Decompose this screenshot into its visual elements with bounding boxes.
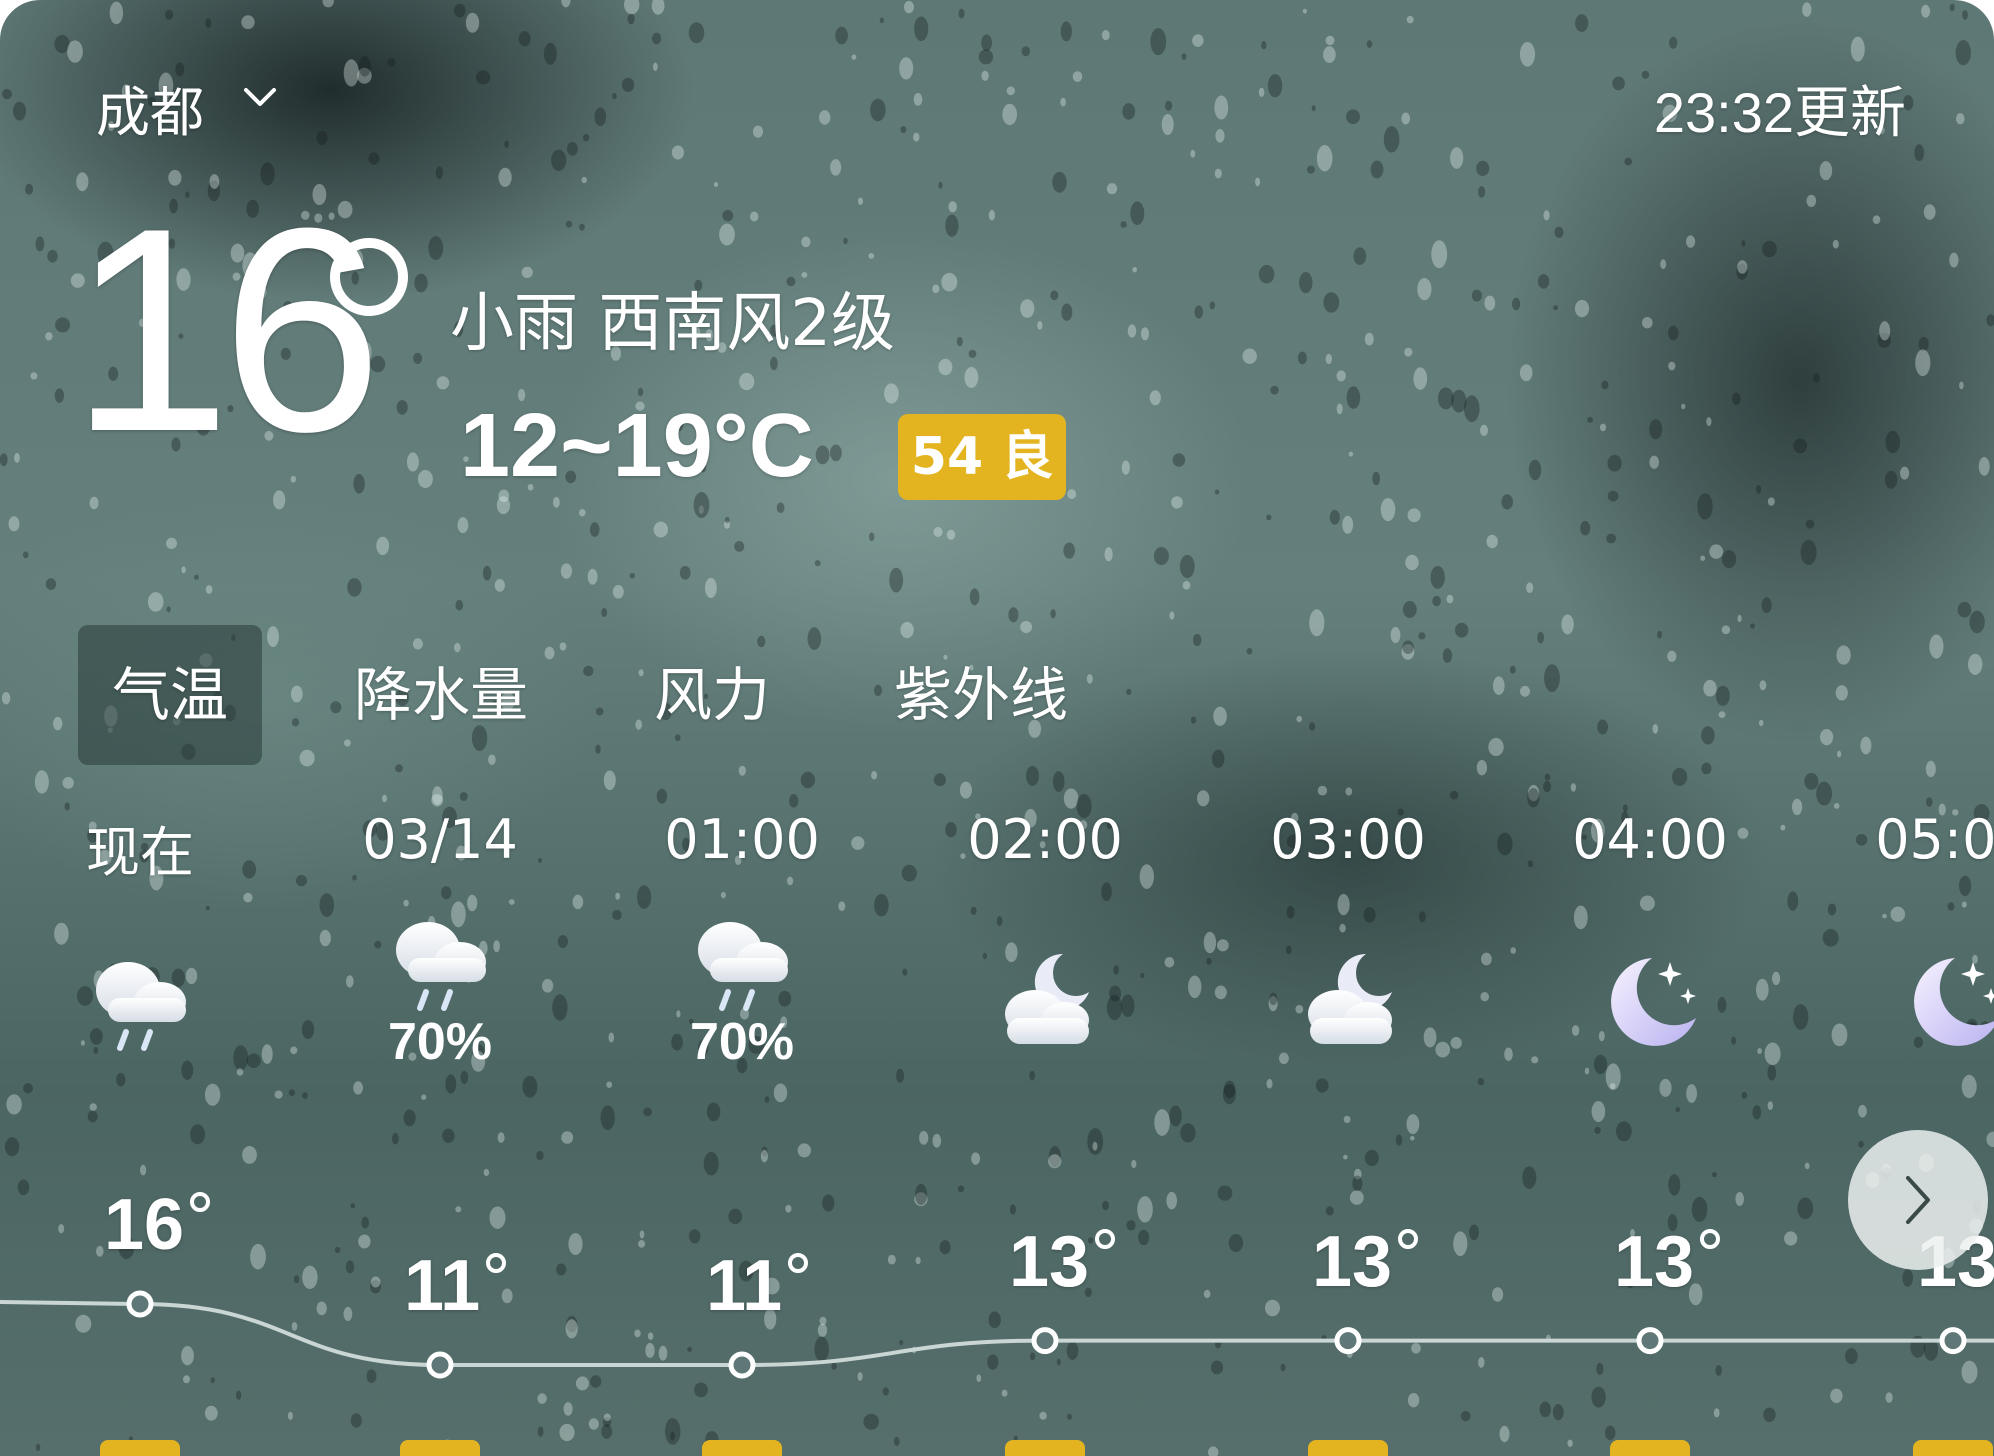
aqi-badge[interactable]: 54 良 [898,414,1066,500]
hour-time-label: 03/14 [362,808,518,871]
rain-cloud-icon [380,900,500,1020]
city-selector[interactable]: 成都 [96,68,204,147]
cloudy-night-icon [985,940,1105,1060]
moon-stars-icon [1893,940,1994,1060]
temperature-curve [0,1290,1994,1379]
precip-probability: 70% [689,1013,795,1071]
temperature-point [1031,1327,1059,1355]
temperature-point [1636,1327,1664,1355]
tab-precipitation[interactable]: 降水量 [354,625,528,765]
update-time: 23:32更新 [1653,81,1906,144]
temperature-point [426,1351,454,1379]
rain-cloud-icon [80,940,200,1060]
temperature-point [728,1351,756,1379]
hour-time-label: 01:00 [664,808,820,871]
hour-time-label: 04:00 [1572,808,1728,871]
hour-time-label: 03:00 [1270,808,1426,871]
next-button[interactable] [1848,1130,1988,1270]
temperature-line [0,1300,1994,1367]
weather-card: 成都 23:32更新 16 小雨 西南风2级 12~19°C 54 良 气温 降… [0,0,1994,1456]
hour-time-label: 05:00 [1875,808,1994,871]
chevron-right-icon [1906,1176,1930,1224]
degree-symbol [190,1192,211,1212]
current-temperature: 16 [70,168,383,492]
degree-symbol [330,238,408,316]
tab-temperature[interactable]: 气温 [78,625,263,765]
chevron-down-icon[interactable] [240,82,280,112]
precip-probability: 70% [387,1013,493,1071]
temperature-point [1939,1327,1967,1355]
hour-time-label: 02:00 [967,808,1123,871]
temperature-point [1334,1327,1362,1355]
cloudy-night-icon [1288,940,1408,1060]
tab-wind[interactable]: 风力 [654,625,770,765]
hour-time-label: 现在 [86,821,194,884]
rain-cloud-icon [682,900,802,1020]
temperature-point [126,1290,154,1318]
tab-uv[interactable]: 紫外线 [894,625,1068,765]
current-condition: 小雨 西南风2级 [450,287,896,361]
temperature-range: 12~19°C [460,396,814,496]
moon-stars-icon [1590,940,1710,1060]
